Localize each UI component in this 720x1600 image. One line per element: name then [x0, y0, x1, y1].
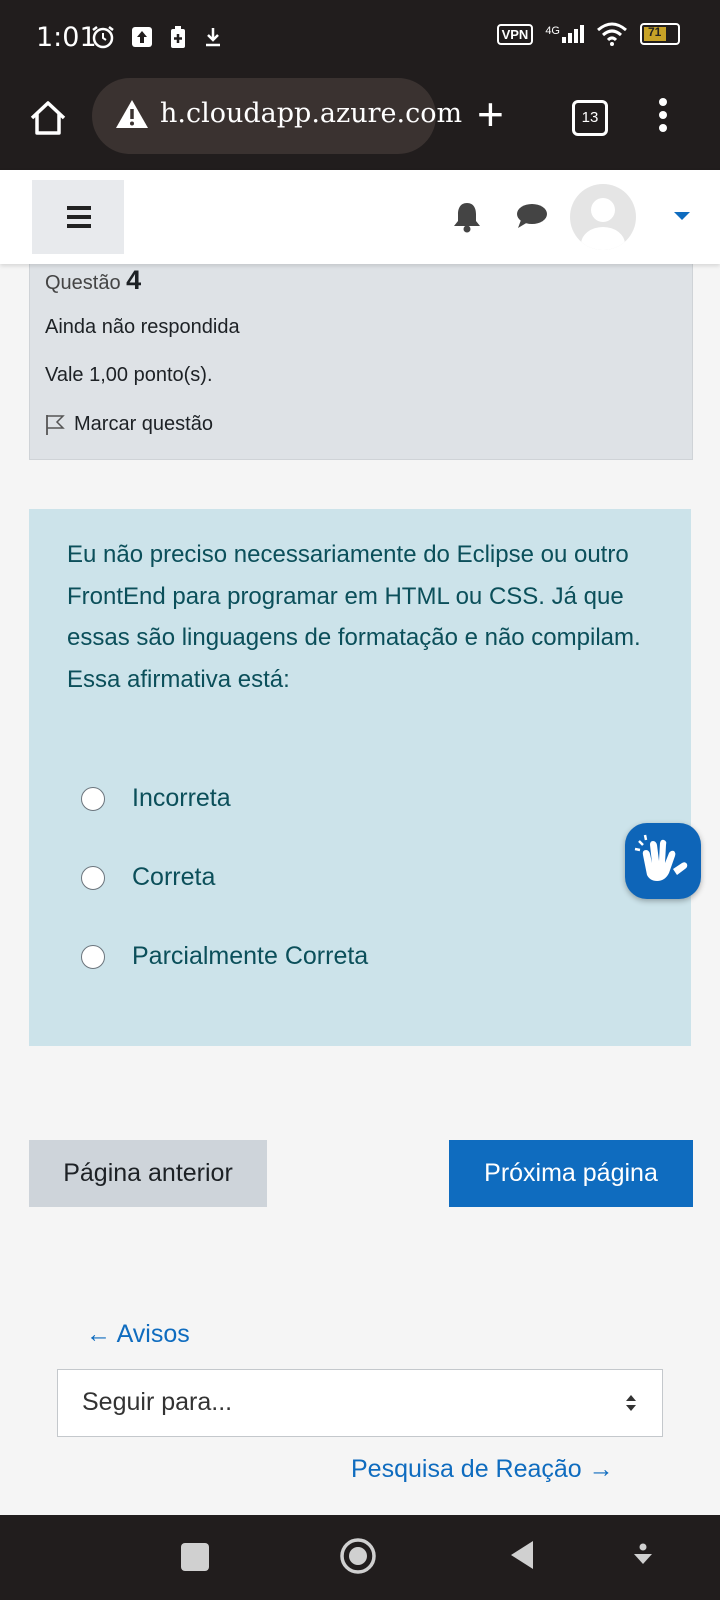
home-nav-icon[interactable] [338, 1536, 378, 1576]
flag-question-label: Marcar questão [74, 413, 213, 435]
answer-radio[interactable] [81, 944, 105, 969]
user-menu-caret-icon[interactable] [674, 212, 690, 220]
new-tab-button[interactable]: + [477, 91, 504, 137]
back-icon[interactable] [507, 1538, 537, 1572]
battery-level: 71 [648, 25, 662, 39]
alarm-icon [92, 26, 114, 49]
signal-icon: 4G [545, 25, 584, 43]
answer-label: Parcialmente Correta [132, 942, 369, 970]
sign-language-icon [634, 834, 688, 881]
question-grade: Vale 1,00 ponto(s). [45, 364, 213, 386]
answer-radio[interactable] [81, 865, 105, 890]
sign-language-widget-button[interactable] [625, 823, 701, 899]
upload-icon [132, 27, 152, 47]
recents-button[interactable] [181, 1543, 209, 1571]
system-navigation-bar [0, 1515, 720, 1600]
site-navbar [0, 170, 720, 264]
previous-page-button[interactable]: Página anterior [29, 1140, 267, 1207]
answer-label: Correta [132, 863, 216, 891]
answer-label: Incorreta [132, 784, 231, 812]
question-number-value: 4 [126, 265, 142, 295]
address-bar[interactable]: h.cloudapp.azure.com [92, 78, 462, 154]
vpn-indicator: VPN [496, 23, 534, 45]
browser-toolbar: h.cloudapp.azure.com + 13 [0, 78, 720, 170]
flag-icon [46, 414, 65, 435]
wifi-icon [597, 22, 627, 46]
jump-to-select[interactable]: Seguir para... [57, 1369, 663, 1437]
warning-icon[interactable] [114, 98, 150, 130]
status-system-icons: VPN 4G 71 [496, 22, 680, 46]
question-state: Ainda não respondida [45, 316, 240, 338]
next-activity-link[interactable]: Pesquisa de Reação → [351, 1455, 614, 1484]
next-page-button[interactable]: Próxima página [449, 1140, 693, 1207]
drawer-toggle-button[interactable] [32, 180, 124, 254]
answer-radio[interactable] [81, 786, 105, 811]
question-number: Questão 4 [45, 265, 141, 296]
browser-menu-button[interactable] [658, 98, 668, 138]
download-icon [206, 28, 220, 47]
hide-nav-icon[interactable] [631, 1542, 655, 1570]
url-text: h.cloudapp.azure.com [160, 98, 463, 129]
home-icon[interactable] [28, 98, 68, 138]
messages-icon[interactable] [515, 202, 549, 230]
user-avatar[interactable] [570, 184, 636, 250]
answer-option-correta[interactable]: Correta [81, 863, 215, 892]
tab-switcher-button[interactable]: 13 [572, 100, 608, 136]
question-prompt: Eu não preciso necessariamente do Eclips… [67, 541, 641, 693]
user-avatar-icon [581, 198, 625, 250]
battery-icon: 71 [640, 23, 680, 45]
jump-to-select-value: Seguir para... [82, 1388, 233, 1416]
bell-icon[interactable] [452, 200, 482, 234]
status-bar: 1:01 VPN 4G 71 [0, 0, 720, 78]
status-notification-icons [90, 24, 224, 50]
question-label: Questão [45, 272, 121, 294]
previous-activity-link[interactable]: ← Avisos [86, 1320, 190, 1349]
answer-option-parcialmente-correta[interactable]: Parcialmente Correta [81, 942, 368, 971]
answer-option-incorreta[interactable]: Incorreta [81, 784, 231, 813]
network-type: 4G [545, 25, 560, 37]
status-time: 1:01 [36, 22, 97, 53]
question-info: Questão 4 Ainda não respondida Vale 1,00… [29, 250, 693, 460]
question-content: Eu não preciso necessariamente do Eclips… [29, 509, 691, 1046]
select-arrows-icon [626, 1395, 636, 1411]
flag-question-link[interactable]: Marcar questão [45, 413, 213, 436]
battery-saver-icon [171, 26, 185, 48]
